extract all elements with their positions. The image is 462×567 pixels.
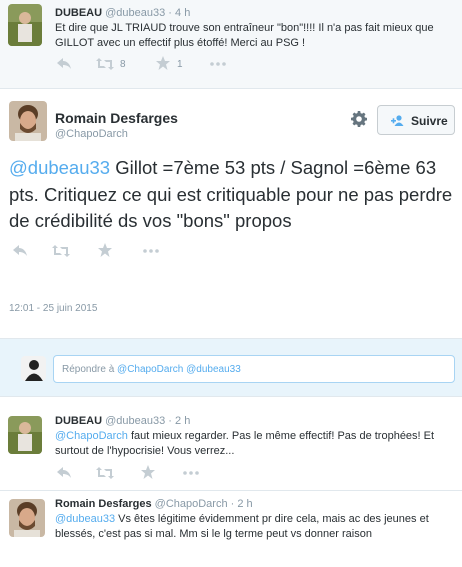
tweet-text: @dubeau33 Vs êtes légitime évidemment pr… — [55, 512, 450, 542]
main-tweet: Romain Desfarges @ChapoDarch Suivre @dub… — [0, 89, 462, 339]
avatar-romain-image — [9, 101, 47, 141]
current-user-avatar-image — [21, 356, 46, 381]
tweet-dubeau[interactable]: DUBEAU @dubeau33 · 4 h Et dire que JL TR… — [0, 0, 462, 88]
author-handle[interactable]: @dubeau33 — [105, 415, 165, 427]
favorite-star-icon[interactable] — [98, 243, 112, 257]
follow-button[interactable]: Suivre — [377, 105, 455, 135]
reply-icon[interactable] — [57, 58, 71, 70]
reply-tweet-dubeau[interactable]: DUBEAU @dubeau33 · 2 h @ChapoDarch faut … — [0, 408, 462, 490]
mention-link[interactable]: @dubeau33 — [55, 513, 115, 525]
avatar-romain-image — [9, 499, 45, 537]
gear-icon[interactable] — [351, 111, 367, 127]
author-handle[interactable]: @ChapoDarch — [55, 128, 128, 140]
mention-link[interactable]: @dubeau33 — [9, 157, 110, 178]
tweet-text: @ChapoDarch faut mieux regarder. Pas le … — [55, 429, 450, 459]
author-handle[interactable]: @dubeau33 — [105, 7, 165, 19]
avatar-dubeau-image — [8, 416, 42, 454]
avatar-dubeau[interactable] — [8, 416, 42, 454]
author-name[interactable]: DUBEAU — [55, 7, 102, 19]
follow-button-label: Suivre — [411, 114, 448, 128]
avatar-romain[interactable] — [9, 101, 47, 141]
main-tweet-text: @dubeau33 Gillot =7ème 53 pts / Sagnol =… — [9, 155, 454, 235]
reply-mention-1: @ChapoDarch — [117, 364, 184, 375]
tweet-time[interactable]: · 4 h — [168, 7, 190, 19]
reply-tweet-romain[interactable]: Romain Desfarges @ChapoDarch · 2 h @dube… — [0, 491, 462, 567]
author-handle[interactable]: @ChapoDarch — [155, 498, 228, 510]
mention-link[interactable]: @ChapoDarch — [55, 430, 128, 442]
reply-icon[interactable] — [13, 245, 27, 257]
reply-input[interactable]: Répondre à @ChapoDarch @dubeau33 — [53, 355, 455, 383]
reply-box-area: Répondre à @ChapoDarch @dubeau33 — [0, 339, 462, 396]
reply-mention-2: @dubeau33 — [186, 364, 241, 375]
tweet-timestamp[interactable]: 12:01 - 25 juin 2015 — [9, 303, 97, 314]
tweet-time[interactable]: · 2 h — [231, 498, 253, 510]
favorite-count: 1 — [177, 59, 183, 70]
author-name[interactable]: Romain Desfarges — [55, 498, 152, 510]
tweet-time[interactable]: · 2 h — [168, 415, 190, 427]
retweet-icon[interactable] — [96, 467, 114, 479]
retweet-count: 8 — [120, 59, 126, 70]
more-icon[interactable] — [210, 62, 226, 66]
author-name[interactable]: DUBEAU — [55, 415, 102, 427]
avatar-romain[interactable] — [9, 499, 45, 537]
reply-icon[interactable] — [57, 467, 71, 479]
favorite-star-icon[interactable] — [156, 56, 170, 70]
favorite-star-icon[interactable] — [141, 465, 155, 479]
retweet-icon[interactable] — [96, 58, 114, 70]
avatar-dubeau[interactable] — [8, 4, 42, 46]
more-icon[interactable] — [143, 249, 159, 253]
author-name[interactable]: Romain Desfarges — [55, 110, 178, 126]
more-icon[interactable] — [183, 471, 199, 475]
reply-prefix: Répondre à — [62, 364, 115, 375]
avatar-dubeau-image — [8, 4, 42, 46]
current-user-avatar[interactable] — [21, 356, 46, 381]
tweet-text: Et dire que JL TRIAUD trouve son entraîn… — [55, 22, 434, 49]
retweet-icon[interactable] — [52, 245, 70, 257]
add-user-icon — [391, 115, 404, 126]
